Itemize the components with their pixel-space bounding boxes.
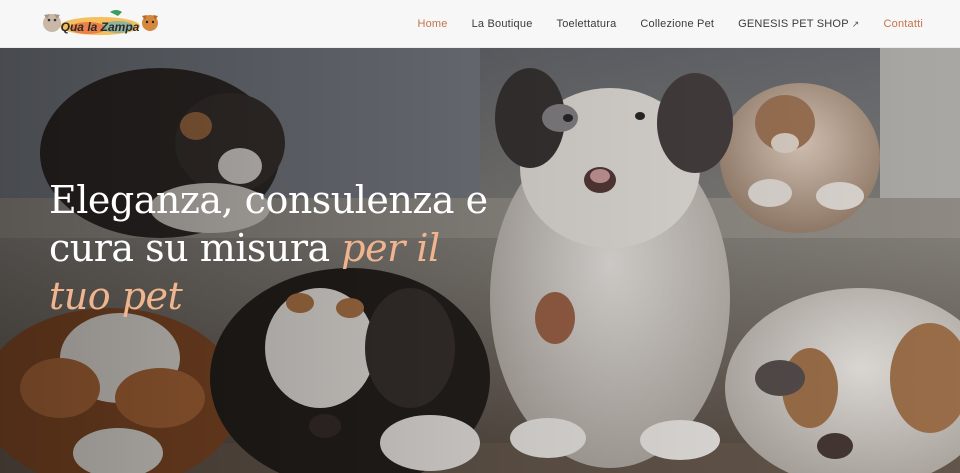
external-link-icon: ↗ [851,18,860,29]
nav-item-contatti[interactable]: Contatti [883,18,923,30]
site-header: Qua la Zampa Home La Boutique Toelettatu… [0,0,960,48]
hero-title: Eleganza, consulenza e cura su misura pe… [49,176,489,320]
hero-section: Eleganza, consulenza e cura su misura pe… [0,48,960,473]
nav-item-genesis-label: GENESIS PET SHOP [738,18,849,30]
svg-text:Qua la Zampa: Qua la Zampa [61,20,140,34]
nav-item-genesis-pet-shop[interactable]: GENESIS PET SHOP ↗ [738,18,859,30]
nav-item-toelettatura[interactable]: Toelettatura [557,18,617,30]
nav-item-home[interactable]: Home [417,18,447,30]
nav-item-la-boutique[interactable]: La Boutique [472,18,533,30]
qua-la-zampa-logo[interactable]: Qua la Zampa [40,8,160,38]
nav-item-collezione-pet[interactable]: Collezione Pet [640,18,714,30]
main-nav: Home La Boutique Toelettatura Collezione… [393,0,923,48]
